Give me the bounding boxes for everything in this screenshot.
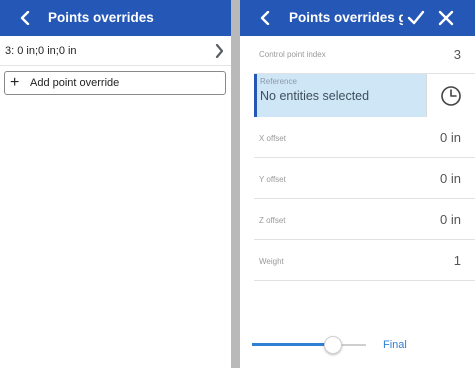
back-button[interactable] [12, 0, 38, 36]
checkmark-icon[interactable] [406, 8, 426, 28]
reference-value: No entities selected [260, 89, 370, 103]
x-offset-label: X offset [259, 134, 286, 143]
slider-fill [252, 343, 333, 346]
left-header-title: Points overrides [48, 10, 154, 25]
weight-field[interactable]: Weight 1 [254, 240, 475, 281]
point-override-row[interactable]: 3: 0 in;0 in;0 in [0, 36, 231, 66]
control-point-index-label: Control point index [259, 50, 326, 59]
add-point-override-label: Add point override [30, 77, 120, 89]
y-offset-field[interactable]: Y offset 0 in [254, 158, 475, 199]
reference-field[interactable]: Reference No entities selected [254, 74, 475, 117]
final-button[interactable]: Final [383, 339, 407, 351]
rollback-slider[interactable] [252, 336, 366, 354]
z-offset-value: 0 in [440, 212, 461, 227]
points-overrides-group-panel: Points overrides gr Control point index … [240, 0, 475, 368]
z-offset-label: Z offset [259, 216, 286, 225]
app-root: Points overrides 3: 0 in;0 in;0 in + Add… [0, 0, 475, 368]
clock-selection-icon [441, 85, 461, 106]
back-button[interactable] [252, 0, 278, 36]
right-header-title: Points overrides gr [289, 10, 403, 25]
control-point-index-field: Control point index 3 [254, 36, 475, 74]
points-overrides-panel: Points overrides 3: 0 in;0 in;0 in + Add… [0, 0, 231, 368]
chevron-left-icon [20, 11, 30, 25]
x-offset-field[interactable]: X offset 0 in [254, 117, 475, 158]
close-icon[interactable] [436, 8, 456, 28]
x-offset-value: 0 in [440, 130, 461, 145]
weight-label: Weight [259, 257, 284, 266]
add-point-override-button[interactable]: + Add point override [4, 71, 226, 95]
chevron-right-icon [215, 44, 224, 58]
reference-focus-bar [254, 74, 257, 117]
y-offset-label: Y offset [259, 175, 286, 184]
plus-icon: + [10, 74, 20, 91]
point-override-text: 3: 0 in;0 in;0 in [5, 44, 77, 57]
reference-label: Reference [260, 77, 297, 86]
z-offset-field[interactable]: Z offset 0 in [254, 199, 475, 240]
right-header: Points overrides gr [240, 0, 475, 36]
slider-thumb[interactable] [324, 336, 342, 354]
left-header: Points overrides [0, 0, 231, 36]
y-offset-value: 0 in [440, 171, 461, 186]
weight-value: 1 [453, 253, 461, 268]
reference-select-button[interactable] [426, 74, 475, 117]
chevron-left-icon [260, 11, 270, 25]
control-point-index-value: 3 [453, 47, 461, 62]
